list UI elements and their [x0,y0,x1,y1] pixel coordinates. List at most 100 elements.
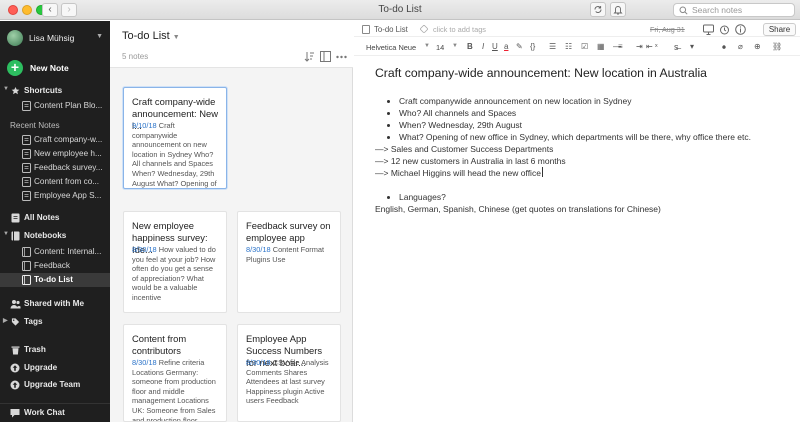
note-title[interactable]: Craft company-wide announcement: New loc… [375,66,707,80]
align-icon[interactable]: ≡ [618,42,623,52]
sidebar-item-upgrade-team[interactable]: Upgrade Team [0,379,110,392]
list-item: When? Wednesday, 29th August [399,119,790,131]
sidebar-item-todo-list[interactable]: To-do List [0,273,110,287]
checkbox-list-icon[interactable]: ☑ [581,42,588,52]
note-card-date: 8/30/18 [132,245,157,254]
sidebar-item-recent[interactable]: New employee h... [0,148,110,161]
search-box[interactable] [673,3,795,17]
alarm-icon[interactable] [719,24,730,35]
code-block-icon[interactable]: {} [530,42,535,52]
indent-icon[interactable]: ⇥ [636,42,643,52]
text-color-icon[interactable]: a [504,42,508,52]
note-icon [22,101,31,111]
note-body[interactable]: Craft companywide announcement on new lo… [375,95,790,215]
plus-icon: + [7,60,23,76]
notebook-title-dropdown[interactable]: To-do List ▼ [122,30,180,42]
sidebar-item-work-chat[interactable]: Work Chat [0,407,110,420]
notebook-icon [11,231,20,241]
font-family-select[interactable]: Helvetica Neue [366,43,416,52]
note-icon [22,149,31,159]
bell-icon [613,6,623,15]
numbered-list-icon[interactable]: ☷ [565,42,572,52]
text-line: —> 12 new customers in Australia in last… [375,156,566,166]
note-icon [22,177,31,187]
note-card-snippet: 8/30/18 Refine criteria Locations German… [132,358,216,422]
more-formatting-icon[interactable]: ▾ [690,42,694,52]
highlight-icon[interactable]: ✎ [516,42,523,52]
note-icon [22,135,31,145]
superscript-icon[interactable]: ˣ [655,42,658,52]
note-editor: To-do List click to add tags Fri, Aug 31… [354,21,800,422]
tag-icon [419,24,429,34]
note-card[interactable]: New employee happiness survey: Ide... 8/… [123,211,227,313]
notifications-button[interactable] [610,2,626,17]
note-card[interactable]: Employee App Success Numbers for next bo… [237,324,341,422]
search-input[interactable] [692,4,792,16]
sort-icon[interactable] [304,51,315,62]
list-item: Languages? [399,191,790,203]
sidebar-item-all-notes[interactable]: All Notes [0,212,110,225]
sidebar: Lisa Mühsig ▼ + New Note ▼ Shortcuts Con… [0,21,110,422]
add-tags-field[interactable]: click to add tags [433,25,486,34]
table-icon[interactable]: ▦ [597,42,605,52]
sidebar-item-trash[interactable]: Trash [0,344,110,357]
sidebar-item-recent[interactable]: Employee App S... [0,190,110,203]
note-card-snippet: 8/30/18 How valued to do you feel at you… [132,245,216,302]
link-icon[interactable]: ⛓ [772,42,782,52]
chevron-down-icon: ▼ [424,43,430,49]
search-icon [679,6,688,15]
star-icon [11,86,20,95]
sidebar-item-content-plan[interactable]: Content Plan Blo... [0,100,110,113]
sync-button[interactable] [590,2,606,17]
outdent-icon[interactable]: ⇤ [646,42,653,52]
reminder-date[interactable]: Fri, Aug 31 [650,25,685,34]
share-button[interactable]: Share [763,23,796,36]
sidebar-item-tags[interactable]: ▶ Tags [0,316,110,329]
caret-right-icon: ▶ [3,318,8,324]
underline-icon[interactable]: U [492,42,498,52]
sidebar-item-notebooks[interactable]: ▼ Notebooks [0,230,110,243]
bold-icon[interactable]: B [467,42,473,52]
presentation-icon[interactable] [703,24,714,35]
sidebar-item-recent[interactable]: Craft company-w... [0,134,110,147]
notebook-icon [22,247,31,257]
bullet-list: Languages? [399,191,790,203]
list-item: Who? All channels and Spaces [399,107,790,119]
sidebar-item-recent[interactable]: Feedback survey... [0,162,110,175]
note-card[interactable]: Content from contributors 8/30/18 Refine… [123,324,227,422]
people-icon [10,300,21,309]
notebook-icon [362,25,370,34]
sidebar-item-notebook[interactable]: Content: Internal... [0,246,110,259]
strikethrough-icon[interactable]: s̶ [674,42,679,52]
chevron-down-icon: ▼ [172,34,180,41]
note-card-date: 8/30/18 [246,245,271,254]
insert-icon[interactable]: ⊕ [754,42,761,52]
font-size-select[interactable]: 14 [436,43,444,52]
sidebar-item-shared[interactable]: Shared with Me [0,298,110,311]
more-options-icon[interactable] [336,55,347,59]
account-switcher[interactable]: Lisa Mühsig ▼ [7,30,105,46]
note-card[interactable]: Craft company-wide announcement: New l..… [123,87,227,189]
avatar [7,30,23,46]
sidebar-item-notebook[interactable]: Feedback [0,260,110,273]
chevron-down-icon: ▼ [452,43,458,49]
attachment-icon[interactable]: ⌀ [738,42,743,52]
voice-icon[interactable]: ⦁ [722,42,726,52]
divider [0,403,110,404]
new-note-button[interactable]: + New Note [7,60,105,76]
editor-notebook-name[interactable]: To-do List [374,25,408,34]
title-bar: ‹ › To-do List [0,0,800,20]
sidebar-item-shortcuts[interactable]: ▼ Shortcuts [0,85,110,98]
note-card-snippet: 9/10/18 Craft companywide announcement o… [132,121,217,188]
note-card[interactable]: Feedback survey on employee app 8/30/18 … [237,211,341,313]
sidebar-item-recent[interactable]: Content from co... [0,176,110,189]
trash-icon [11,346,20,355]
italic-icon[interactable]: I [482,42,484,52]
list-item: Craft companywide announcement on new lo… [399,95,790,107]
view-options-icon[interactable] [320,51,331,62]
sidebar-item-upgrade[interactable]: Upgrade [0,362,110,375]
info-icon[interactable] [735,24,746,35]
note-card-date: 9/10/18 [132,121,157,130]
bullet-list-icon[interactable]: ☰ [549,42,556,52]
